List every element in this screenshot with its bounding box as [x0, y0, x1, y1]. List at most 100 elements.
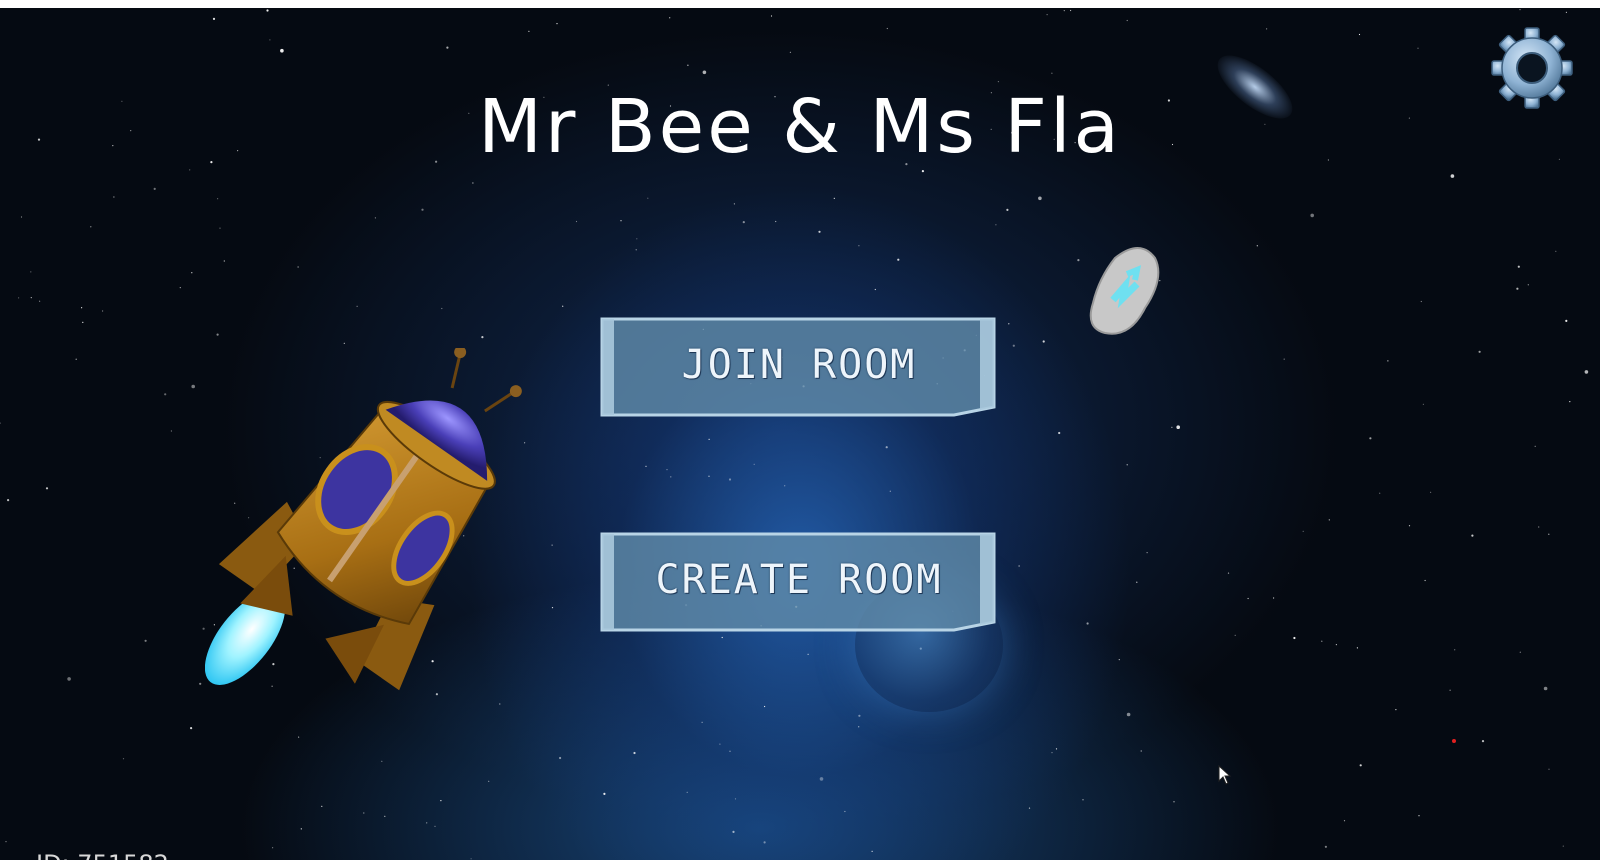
star: [488, 780, 490, 782]
game-title: Mr Bee & Ms Fla: [478, 84, 1122, 170]
star: [472, 182, 474, 184]
star: [1006, 208, 1009, 211]
star: [217, 198, 219, 200]
star: [647, 197, 649, 199]
star: [1478, 350, 1481, 353]
star: [871, 850, 873, 853]
star: [1171, 426, 1173, 428]
star: [1430, 491, 1432, 493]
star: [1126, 19, 1128, 22]
star: [113, 196, 115, 198]
star: [885, 446, 888, 449]
star: [1565, 11, 1567, 13]
star: [1548, 533, 1550, 535]
star: [18, 297, 20, 299]
star: [1422, 403, 1424, 405]
star: [82, 321, 84, 323]
star: [556, 23, 558, 25]
star: [30, 297, 32, 299]
star: [775, 220, 777, 223]
star: [381, 760, 383, 762]
star: [191, 384, 195, 389]
star: [1584, 370, 1589, 374]
star: [1527, 284, 1529, 286]
star: [272, 847, 274, 849]
star: [1359, 764, 1362, 767]
star: [559, 756, 562, 760]
star: [1086, 622, 1089, 625]
star: [874, 288, 876, 291]
star: [440, 800, 442, 802]
star: [1562, 845, 1564, 847]
gear-icon[interactable]: [1490, 26, 1574, 110]
star: [1012, 344, 1015, 347]
star: [1471, 534, 1474, 537]
star: [1543, 686, 1548, 691]
star: [122, 758, 125, 760]
star: [708, 438, 710, 440]
star: [1227, 572, 1230, 574]
star: [1310, 213, 1314, 218]
star: [1273, 597, 1275, 599]
star: [1454, 649, 1456, 651]
star: [1051, 72, 1053, 74]
star: [374, 217, 376, 219]
star: [807, 653, 809, 655]
star: [995, 224, 997, 226]
star: [687, 64, 689, 66]
star: [708, 475, 710, 477]
star: [1283, 358, 1285, 360]
star: [216, 333, 219, 336]
star: [1356, 647, 1358, 649]
star: [1343, 820, 1346, 822]
star: [1519, 651, 1521, 653]
star: [1481, 740, 1485, 743]
star: [191, 272, 193, 274]
star: [1038, 196, 1042, 201]
star: [1519, 9, 1521, 11]
star: [67, 677, 71, 681]
star: [666, 469, 668, 471]
star: [90, 226, 92, 228]
star: [384, 815, 386, 817]
star: [819, 777, 824, 781]
star: [789, 51, 792, 53]
join-room-button[interactable]: JOIN ROOM: [600, 313, 998, 417]
star: [170, 430, 172, 432]
star: [298, 736, 300, 738]
star: [5, 841, 7, 843]
star: [75, 358, 77, 360]
star: [20, 216, 23, 218]
star: [219, 227, 221, 229]
star: [729, 750, 731, 752]
star: [997, 81, 1000, 83]
star: [734, 798, 737, 800]
star: [620, 220, 622, 222]
star: [764, 705, 766, 708]
star: [719, 743, 721, 745]
star: [686, 791, 688, 794]
game-screen: Mr Bee & Ms Fla JOIN ROOM CREATE ROOM: [0, 8, 1600, 860]
star: [421, 208, 424, 211]
star: [1424, 579, 1426, 582]
star: [426, 822, 428, 824]
create-room-button[interactable]: CREATE ROOM: [600, 528, 998, 632]
mouse-cursor-icon: [1218, 764, 1232, 785]
star: [1234, 634, 1236, 637]
star: [470, 858, 472, 860]
star: [297, 266, 299, 268]
star: [144, 639, 147, 642]
star: [1051, 752, 1053, 754]
rocket-ship: [204, 346, 535, 718]
star: [1082, 799, 1084, 801]
star: [1070, 9, 1072, 12]
star: [733, 203, 736, 205]
star: [763, 841, 766, 844]
star: [1395, 709, 1397, 711]
star: [1538, 526, 1540, 528]
star: [39, 300, 41, 302]
star: [728, 478, 732, 481]
star: [1328, 519, 1330, 521]
star: [645, 465, 647, 467]
asteroid-icon: [1085, 238, 1175, 348]
